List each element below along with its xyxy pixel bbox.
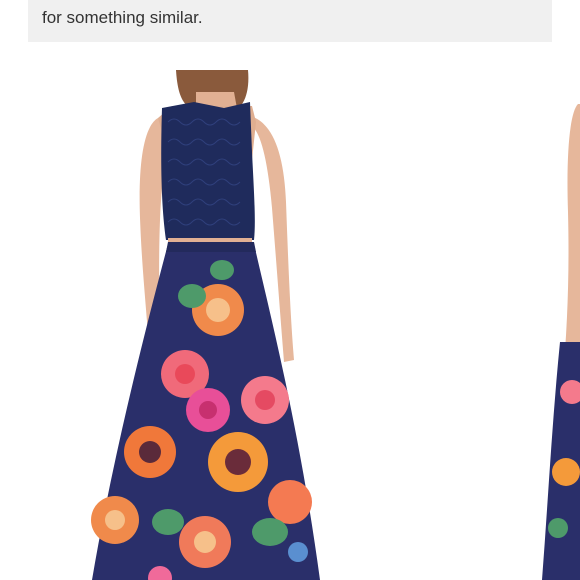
product-photo-back-view[interactable] [0,42,580,580]
notice-text: for something similar. [42,8,203,27]
product-photo-gallery [0,42,580,580]
similar-items-notice: for something similar. [28,0,552,42]
